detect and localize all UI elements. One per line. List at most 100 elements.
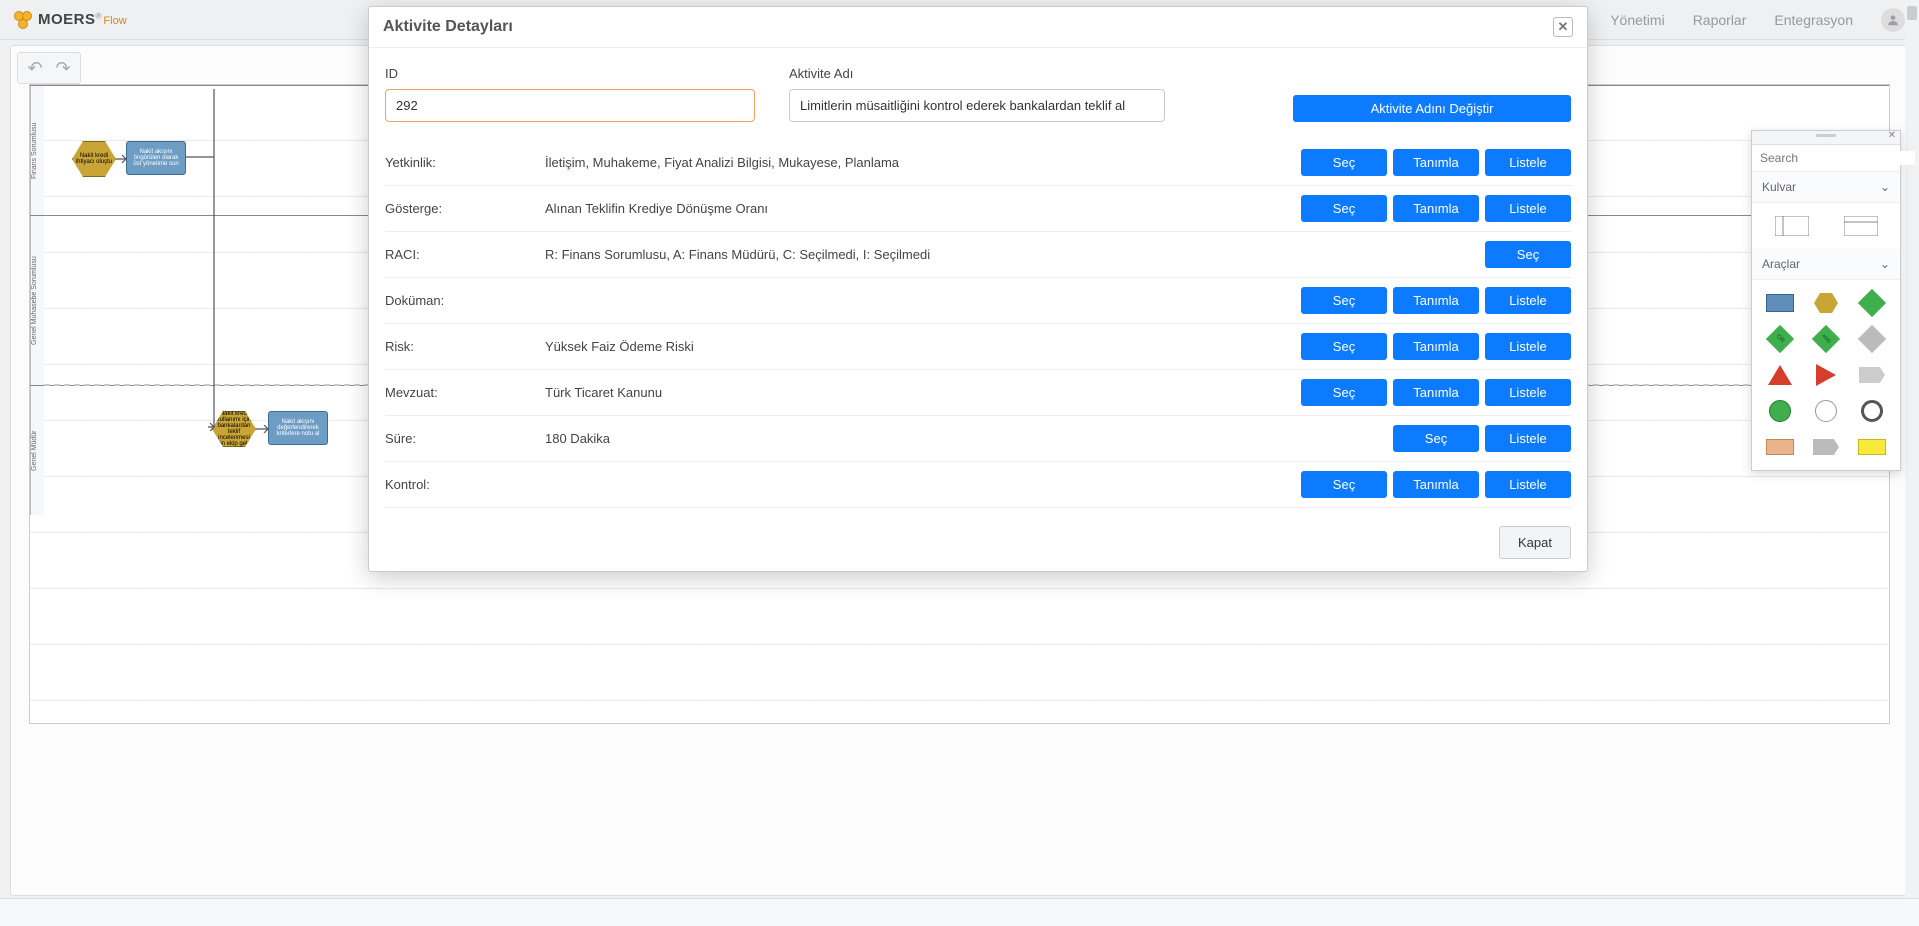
detail-row: Süre: 180 Dakika SeçListele xyxy=(385,416,1571,462)
row-value: Türk Ticaret Kanunu xyxy=(545,385,1291,400)
tool-rect-blue[interactable] xyxy=(1762,290,1798,316)
row-label: Risk: xyxy=(385,339,535,354)
sec-button[interactable]: Seç xyxy=(1301,333,1387,360)
palette-search-input[interactable] xyxy=(1760,151,1915,165)
listele-button[interactable]: Listele xyxy=(1485,287,1571,314)
listele-button[interactable]: Listele xyxy=(1485,471,1571,498)
activity-details-modal: Aktivite Detayları ✕ ID Aktivite Adı Akt… xyxy=(368,6,1588,572)
tanimla-button[interactable]: Tanımla xyxy=(1393,195,1479,222)
tool-circle-green[interactable] xyxy=(1762,398,1798,424)
tool-diamond-or[interactable]: OR xyxy=(1762,326,1798,352)
logo-text: MOERS®Flow xyxy=(38,11,127,28)
tool-diamond-green[interactable] xyxy=(1854,290,1890,316)
tool-rect-orange[interactable] xyxy=(1762,434,1798,460)
nav-item-raporlar[interactable]: Raporlar xyxy=(1693,12,1747,28)
close-icon[interactable]: ✕ xyxy=(1553,17,1573,37)
detail-row: Kontrol: SeçTanımlaListele xyxy=(385,462,1571,508)
name-label: Aktivite Adı xyxy=(789,66,1165,81)
row-value: 180 Dakika xyxy=(545,431,1383,446)
row-label: Mevzuat: xyxy=(385,385,535,400)
listele-button[interactable]: Listele xyxy=(1485,379,1571,406)
listele-button[interactable]: Listele xyxy=(1485,195,1571,222)
tool-hexagon[interactable] xyxy=(1808,290,1844,316)
detail-row: Risk: Yüksek Faiz Ödeme Riski SeçTanımlaLi… xyxy=(385,324,1571,370)
connector xyxy=(256,425,270,433)
tool-note-yellow[interactable] xyxy=(1854,434,1890,460)
tool-tag-gray[interactable] xyxy=(1854,362,1890,388)
sec-button[interactable]: Seç xyxy=(1301,379,1387,406)
shape-palette[interactable]: Kulvar⌄ Araçlar⌄ OR AND xyxy=(1751,130,1901,471)
tool-circle-bold[interactable] xyxy=(1854,398,1890,424)
undo-redo-toolbar: ↶ ↷ xyxy=(17,52,81,84)
connector xyxy=(116,155,128,163)
row-buttons: SeçTanımlaListele xyxy=(1301,149,1571,176)
tanimla-button[interactable]: Tanımla xyxy=(1393,333,1479,360)
tanimla-button[interactable]: Tanımla xyxy=(1393,149,1479,176)
activity-id-input[interactable] xyxy=(385,89,755,122)
sec-button[interactable]: Seç xyxy=(1485,241,1571,268)
detail-row: Gösterge: Alınan Teklifin Krediye Dönüşme… xyxy=(385,186,1571,232)
row-value: İletişim, Muhakeme, Fiyat Analizi Bilgis… xyxy=(545,155,1291,170)
tool-diamond-and[interactable]: AND xyxy=(1808,326,1844,352)
sec-button[interactable]: Seç xyxy=(1301,195,1387,222)
tool-lane-horizontal[interactable] xyxy=(1762,213,1821,239)
row-buttons: SeçTanımlaListele xyxy=(1301,287,1571,314)
listele-button[interactable]: Listele xyxy=(1485,425,1571,452)
undo-button[interactable]: ↶ xyxy=(24,57,46,79)
row-label: Gösterge: xyxy=(385,201,535,216)
palette-search xyxy=(1752,145,1900,172)
chevron-down-icon: ⌄ xyxy=(1880,180,1890,194)
row-buttons: Seç xyxy=(1485,241,1571,268)
user-menu-button[interactable] xyxy=(1881,8,1905,32)
id-label: ID xyxy=(385,66,755,81)
detail-row: Yetkinlik: İletişim, Muhakeme, Fiyat Anal… xyxy=(385,140,1571,186)
row-buttons: SeçListele xyxy=(1393,425,1571,452)
activity-name-input[interactable] xyxy=(789,89,1165,122)
detail-row: RACI:R: Finans Sorumlusu, A: Finans Müdü… xyxy=(385,232,1571,278)
row-label: Kontrol: xyxy=(385,477,535,492)
sec-button[interactable]: Seç xyxy=(1393,425,1479,452)
sec-button[interactable]: Seç xyxy=(1301,471,1387,498)
tool-diamond-gray[interactable] xyxy=(1854,326,1890,352)
palette-titlebar[interactable] xyxy=(1752,131,1900,145)
row-label: RACI: xyxy=(385,247,535,262)
sec-button[interactable]: Seç xyxy=(1301,149,1387,176)
tanimla-button[interactable]: Tanımla xyxy=(1393,471,1479,498)
lane-3-label: Genel Müdür xyxy=(30,386,44,515)
modal-header: Aktivite Detayları ✕ xyxy=(369,7,1587,48)
node-task-2[interactable]: Nakit akışını değerlendirerek kriterlere… xyxy=(268,411,328,445)
tool-arrow-red[interactable] xyxy=(1808,362,1844,388)
vertical-scrollbar[interactable] xyxy=(1905,0,1919,898)
tool-circle-outline[interactable] xyxy=(1808,398,1844,424)
sec-button[interactable]: Seç xyxy=(1301,287,1387,314)
row-value: Yüksek Faiz Ödeme Riski xyxy=(545,339,1291,354)
row-label: Süre: xyxy=(385,431,535,446)
row-buttons: SeçTanımlaListele xyxy=(1301,333,1571,360)
change-name-button[interactable]: Aktivite Adını Değiştir xyxy=(1293,95,1571,122)
nav-item-yonetimi[interactable]: Yönetimi xyxy=(1610,12,1664,28)
detail-row: Doküman:SeçTanımlaListele xyxy=(385,278,1571,324)
logo-icon xyxy=(14,11,32,29)
row-value: Alınan Teklifin Krediye Dönüşme Oranı xyxy=(545,201,1291,216)
logo: MOERS®Flow xyxy=(14,11,127,29)
connector xyxy=(184,89,244,431)
nav-item-entegrasyon[interactable]: Entegrasyon xyxy=(1774,12,1853,28)
row-label: Yetkinlik: xyxy=(385,155,535,170)
tool-lane-vertical[interactable] xyxy=(1831,213,1890,239)
tanimla-button[interactable]: Tanımla xyxy=(1393,379,1479,406)
palette-section-kulvar[interactable]: Kulvar⌄ xyxy=(1752,172,1900,203)
listele-button[interactable]: Listele xyxy=(1485,149,1571,176)
row-buttons: SeçTanımlaListele xyxy=(1301,195,1571,222)
tool-triangle[interactable] xyxy=(1762,362,1798,388)
tool-tag-gray-2[interactable] xyxy=(1808,434,1844,460)
close-button[interactable]: Kapat xyxy=(1499,526,1571,559)
node-task-1[interactable]: Nakit akışını öngörülen olarak üst yönet… xyxy=(126,141,186,175)
redo-button[interactable]: ↷ xyxy=(52,57,74,79)
row-buttons: SeçTanımlaListele xyxy=(1301,471,1571,498)
modal-title: Aktivite Detayları xyxy=(383,18,513,36)
status-bar xyxy=(0,898,1919,926)
tanimla-button[interactable]: Tanımla xyxy=(1393,287,1479,314)
listele-button[interactable]: Listele xyxy=(1485,333,1571,360)
lane-1-label: Finans Sorumlusu xyxy=(30,86,44,215)
palette-section-araclar[interactable]: Araçlar⌄ xyxy=(1752,249,1900,280)
